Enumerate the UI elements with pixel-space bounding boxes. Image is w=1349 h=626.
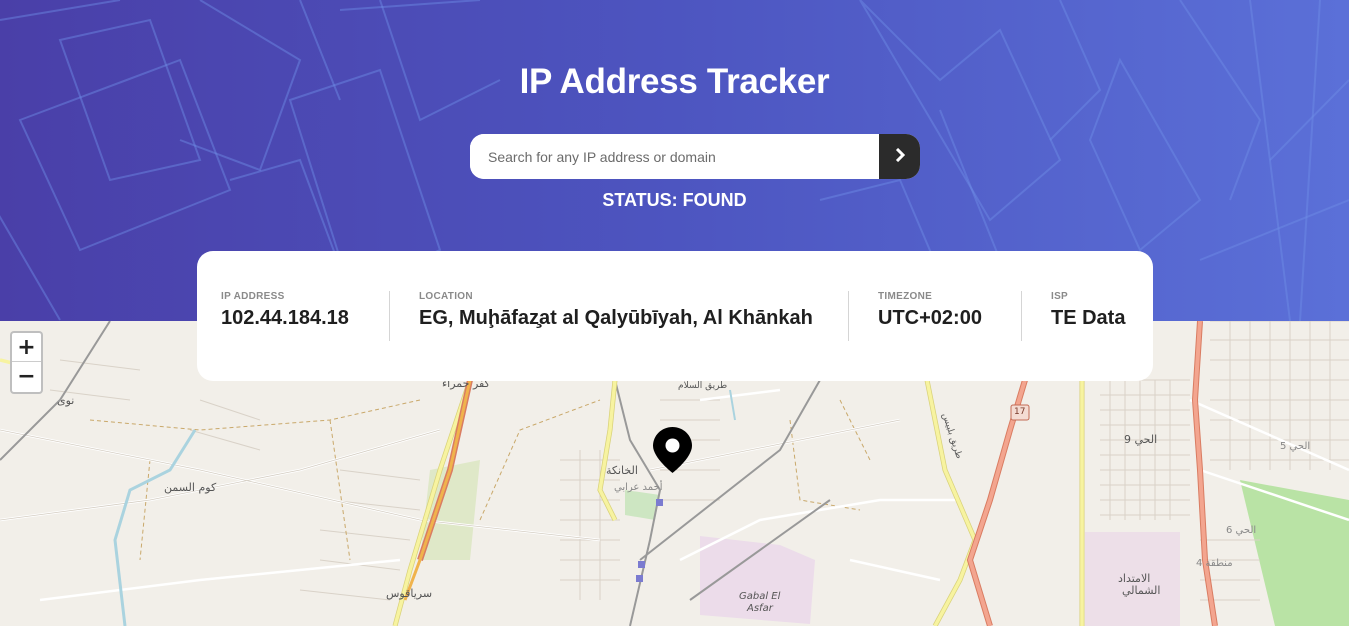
ip-address-value: 102.44.184.18: [221, 307, 349, 329]
timezone-value: UTC+02:00: [878, 307, 982, 329]
map-label: Asfar: [747, 603, 773, 614]
timezone-label: TIMEZONE: [878, 291, 933, 302]
location-field: LOCATION EG, Muḩāfaz̧at al Qalyūbīyah, A…: [419, 291, 813, 330]
location-value: EG, Muḩāfaz̧at al Qalyūbīyah, Al Khānkah: [419, 307, 813, 329]
map-label: سرياقوس: [386, 587, 433, 600]
zoom-out-button[interactable]: −: [12, 362, 41, 391]
ip-address-field: IP ADDRESS 102.44.184.18: [221, 291, 349, 330]
location-label: LOCATION: [419, 291, 473, 302]
map-label: الحي 9: [1124, 433, 1158, 446]
map-label: الشمالي: [1122, 584, 1161, 597]
search-bar: [470, 134, 920, 179]
map-label: الخانكة: [606, 464, 638, 477]
chevron-right-icon: [894, 147, 906, 165]
map-label: Gabal El: [739, 591, 781, 602]
zoom-in-button[interactable]: +: [12, 333, 41, 362]
map-label: الحي 5: [1280, 441, 1311, 452]
zoom-controls: + −: [10, 331, 43, 394]
isp-field: ISP TE Data: [1051, 291, 1125, 330]
divider: [1021, 291, 1022, 341]
ip-info-card: IP ADDRESS 102.44.184.18 LOCATION EG, Mu…: [197, 251, 1153, 381]
status-text: STATUS: FOUND: [602, 190, 747, 210]
divider: [848, 291, 849, 341]
isp-label: ISP: [1051, 291, 1069, 302]
map-label: منطقة 4: [1196, 558, 1233, 569]
map-label: أحمد عرابي: [614, 482, 663, 493]
road-label: طريق بلبيس: [939, 411, 964, 461]
road-shield-label: 17: [1014, 407, 1026, 417]
search-submit-button[interactable]: [879, 134, 920, 179]
divider: [389, 291, 390, 341]
search-input[interactable]: [470, 134, 879, 179]
timezone-field: TIMEZONE UTC+02:00: [878, 291, 982, 330]
map-label: كوم السمن: [164, 481, 217, 494]
road-label: طريق السلام: [678, 381, 728, 391]
map-label: الحي 6: [1226, 525, 1257, 536]
page-title: IP Address Tracker: [519, 62, 830, 101]
isp-value: TE Data: [1051, 307, 1126, 329]
ip-address-label: IP ADDRESS: [221, 291, 285, 302]
map-label: نوى: [57, 394, 75, 407]
